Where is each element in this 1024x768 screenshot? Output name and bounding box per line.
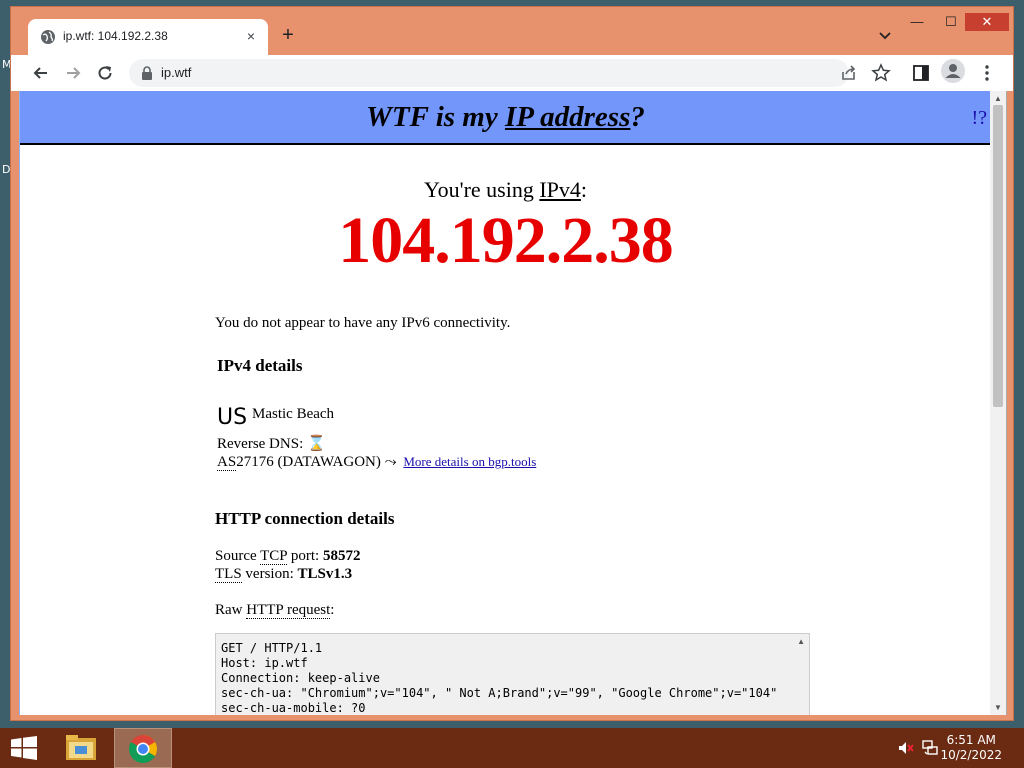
scroll-up-arrow-icon[interactable]: ▲ xyxy=(994,94,1002,103)
globe-icon xyxy=(41,30,55,44)
source-suffix: port: xyxy=(287,548,323,564)
http-abbr: HTTP request xyxy=(246,602,331,619)
speaker-muted-icon[interactable] xyxy=(897,740,915,756)
as-abbr: AS xyxy=(217,454,237,471)
raw-request-label: Raw HTTP request: xyxy=(215,602,334,619)
tls-abbr: TLS xyxy=(215,566,242,583)
country-code: US xyxy=(217,405,248,430)
browser-tab[interactable]: ip.wtf: 104.192.2.38 × xyxy=(28,19,268,55)
profile-avatar-icon[interactable] xyxy=(941,59,965,83)
lock-icon[interactable] xyxy=(141,66,153,80)
system-clock[interactable]: 6:51 AM 10/2/2022 xyxy=(940,733,1002,763)
reverse-dns-label: Reverse DNS: xyxy=(217,436,304,452)
http-abbr-text: HTTP xyxy=(246,602,284,618)
asn-line: AS27176 (DATAWAGON) ⤳ More details on bg… xyxy=(217,453,536,471)
reload-icon[interactable] xyxy=(95,63,115,83)
page-scrollbar[interactable]: ▲ ▼ xyxy=(990,91,1006,715)
chevron-down-icon[interactable] xyxy=(877,27,893,43)
taskbar: 6:51 AM 10/2/2022 xyxy=(0,728,1024,768)
tcp-abbr: TCP xyxy=(260,548,288,565)
new-tab-button[interactable]: + xyxy=(277,24,299,46)
close-window-button[interactable]: ✕ xyxy=(965,13,1009,31)
http-details-heading: HTTP connection details xyxy=(215,509,395,528)
ipv4-details-heading: IPv4 details xyxy=(217,356,303,375)
tls-version-value: TLSv1.3 xyxy=(297,566,353,582)
request-word: request xyxy=(283,602,331,618)
raw-request-text[interactable]: GET / HTTP/1.1 Host: ip.wtf Connection: … xyxy=(221,641,777,715)
scroll-up-arrow-icon[interactable]: ▲ xyxy=(797,637,805,646)
url-text[interactable]: ip.wtf xyxy=(161,65,191,80)
address-bar[interactable]: ip.wtf xyxy=(129,59,849,87)
back-arrow-icon[interactable] xyxy=(31,63,51,83)
ip-address: 104.192.2.38 xyxy=(338,204,674,277)
scroll-down-arrow-icon[interactable]: ▼ xyxy=(994,703,1002,712)
title-prefix: WTF is my xyxy=(366,101,505,133)
windows-start-icon[interactable] xyxy=(10,736,38,760)
tls-version-line: TLS version: TLSv1.3 xyxy=(215,566,352,583)
clock-time: 6:51 AM xyxy=(946,733,996,747)
protocol-link[interactable]: IPv4 xyxy=(539,177,581,202)
raw-prefix: Raw xyxy=(215,602,247,618)
source-prefix: Source xyxy=(215,548,261,564)
menu-dots-icon[interactable] xyxy=(977,63,997,83)
page-title: WTF is my IP address? xyxy=(20,101,991,134)
page-banner: WTF is my IP address? !? xyxy=(20,91,991,145)
bookmark-star-icon[interactable] xyxy=(871,63,891,83)
forward-arrow-icon[interactable] xyxy=(63,63,83,83)
tab-strip: ip.wtf: 104.192.2.38 × + — ☐ ✕ xyxy=(11,7,1013,55)
browser-window: ip.wtf: 104.192.2.38 × + — ☐ ✕ ip.wtf WT… xyxy=(10,6,1014,721)
source-port-line: Source TCP port: 58572 xyxy=(215,548,360,565)
browser-toolbar: ip.wtf xyxy=(11,55,1013,91)
protocol-line: You're using IPv4: xyxy=(20,177,991,203)
protocol-suffix: : xyxy=(580,177,588,202)
side-panel-icon[interactable] xyxy=(911,63,931,83)
ipv6-status: You do not appear to have any IPv6 conne… xyxy=(215,315,511,331)
chrome-taskbar-button[interactable] xyxy=(114,728,172,768)
reverse-dns: Reverse DNS: ⌛ xyxy=(217,434,326,453)
folder-icon xyxy=(66,735,96,760)
page-viewport: WTF is my IP address? !? You're using IP… xyxy=(19,91,1007,715)
file-explorer-taskbar-button[interactable] xyxy=(52,728,110,768)
clock-date: 10/2/2022 xyxy=(940,748,1002,762)
help-link[interactable]: !? xyxy=(971,107,987,130)
chrome-icon xyxy=(129,735,157,763)
network-icon[interactable] xyxy=(921,740,939,756)
as-number: 27176 (DATAWAGON) xyxy=(236,454,381,470)
source-port-value: 58572 xyxy=(322,548,361,564)
tls-suffix: version: xyxy=(241,566,298,582)
scrollbar-thumb[interactable] xyxy=(993,105,1003,407)
squiggle-arrow-icon: ⤳ xyxy=(380,454,401,470)
ip-address-link[interactable]: IP address xyxy=(505,101,630,133)
bgp-tools-link[interactable]: More details on bgp.tools xyxy=(403,454,536,469)
tab-title: ip.wtf: 104.192.2.38 xyxy=(63,29,168,43)
raw-colon: : xyxy=(330,602,335,618)
city-name: Mastic Beach xyxy=(252,406,335,422)
share-icon[interactable] xyxy=(839,63,859,83)
hourglass-icon: ⌛ xyxy=(307,436,326,452)
protocol-prefix: You're using xyxy=(423,177,540,202)
tab-close-icon[interactable]: × xyxy=(242,27,260,45)
raw-request-box[interactable]: GET / HTTP/1.1 Host: ip.wtf Connection: … xyxy=(215,633,810,715)
title-suffix: ? xyxy=(630,101,645,133)
